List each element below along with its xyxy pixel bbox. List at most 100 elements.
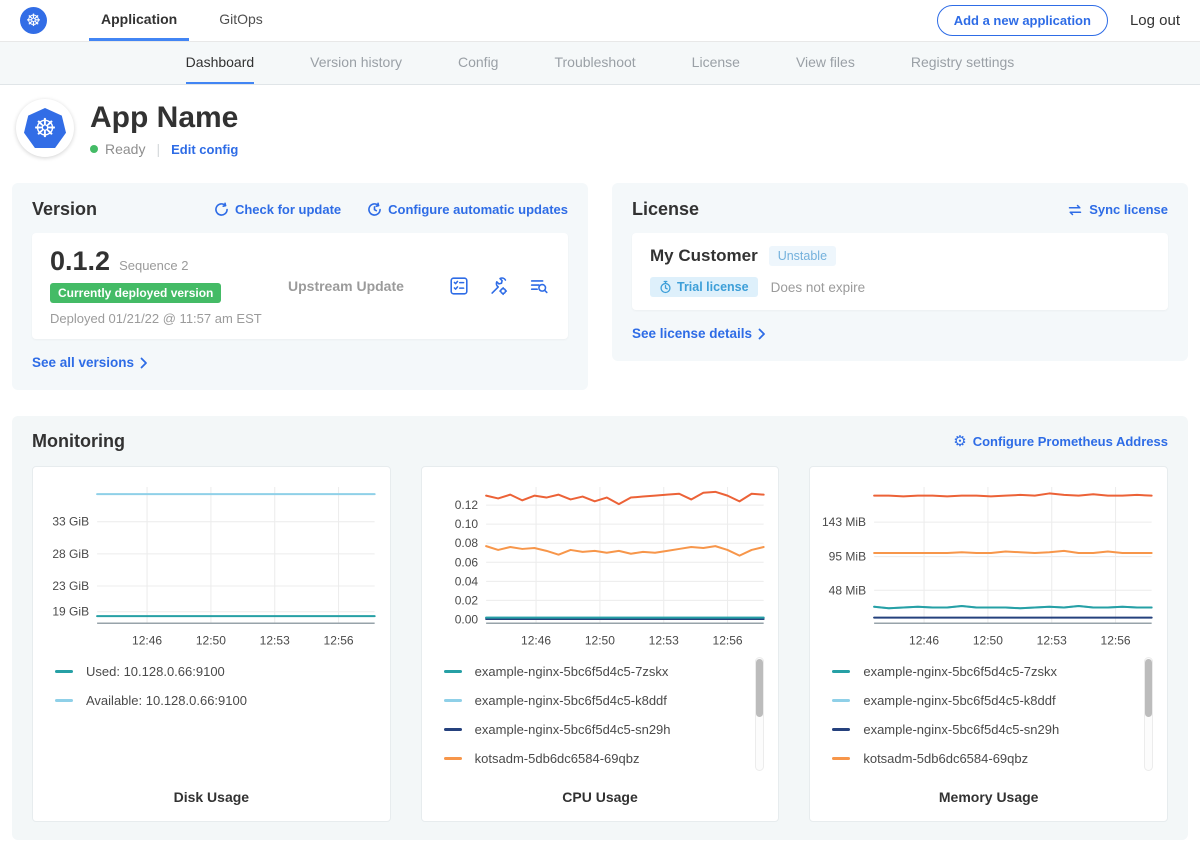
top-nav: ☸ Application GitOps Add a new applicati… xyxy=(0,0,1200,42)
legend-label: kotsadm-5db6dc6584-69qbz xyxy=(863,751,1028,766)
status-dot xyxy=(90,145,98,153)
svg-text:12:50: 12:50 xyxy=(973,633,1003,647)
legend-item: example-nginx-5bc6f5d4c5-k8ddf xyxy=(832,686,1153,715)
legend-label: example-nginx-5bc6f5d4c5-k8ddf xyxy=(863,693,1055,708)
svg-text:23 GiB: 23 GiB xyxy=(52,579,89,593)
configure-prometheus-link[interactable]: ⚙ Configure Prometheus Address xyxy=(953,434,1168,449)
svg-text:12:50: 12:50 xyxy=(196,633,226,647)
svg-text:0.04: 0.04 xyxy=(454,574,478,588)
app-header: ☸ App Name Ready | Edit config xyxy=(0,85,1200,175)
legend-label: kotsadm-5db6dc6584-69qbz xyxy=(475,751,640,766)
version-card-title: Version xyxy=(32,199,97,220)
chart-title: CPU Usage xyxy=(430,789,771,805)
tab-dashboard[interactable]: Dashboard xyxy=(186,42,255,84)
legend-label: example-nginx-5bc6f5d4c5-7zskx xyxy=(863,664,1057,679)
cpu-usage-chart-card: 12:4612:5012:5312:560.000.020.040.060.08… xyxy=(421,466,780,822)
svg-text:0.08: 0.08 xyxy=(454,536,478,550)
disk-usage-chart-card: 12:4612:5012:5312:5619 GiB23 GiB28 GiB33… xyxy=(32,466,391,822)
legend-dash xyxy=(55,699,73,702)
customer-name: My Customer xyxy=(650,246,758,266)
see-all-versions-link[interactable]: See all versions xyxy=(32,355,148,370)
divider: | xyxy=(156,141,160,157)
channel-badge: Unstable xyxy=(769,246,836,266)
view-files-icon[interactable] xyxy=(528,275,550,297)
logout-button[interactable]: Log out xyxy=(1130,12,1180,29)
page-title: App Name xyxy=(90,101,238,135)
legend-label: Available: 10.128.0.66:9100 xyxy=(86,693,247,708)
kubernetes-logo-icon: ☸ xyxy=(20,7,47,34)
legend-item: kotsadm-5db6dc6584-69qbz xyxy=(444,744,765,773)
svg-text:95 MiB: 95 MiB xyxy=(829,550,866,564)
tab-version-history[interactable]: Version history xyxy=(310,42,402,84)
cpu-usage-chart: 12:4612:5012:5312:560.000.020.040.060.08… xyxy=(430,477,771,649)
chart-title: Disk Usage xyxy=(41,789,382,805)
stopwatch-icon xyxy=(659,280,672,294)
svg-text:33 GiB: 33 GiB xyxy=(52,515,89,529)
chart-title: Memory Usage xyxy=(818,789,1159,805)
version-number: 0.1.2 xyxy=(50,246,110,277)
nav-tab-gitops[interactable]: GitOps xyxy=(207,0,275,41)
app-icon: ☸ xyxy=(16,99,74,157)
trial-license-badge: Trial license xyxy=(650,277,758,297)
legend-dash xyxy=(444,728,462,731)
edit-config-icon[interactable] xyxy=(488,275,510,297)
monitoring-section: Monitoring ⚙ Configure Prometheus Addres… xyxy=(12,416,1188,840)
disk-usage-legend: Used: 10.128.0.66:9100 Available: 10.128.… xyxy=(55,657,376,773)
kubernetes-heptagon-icon: ☸ xyxy=(24,108,66,148)
refresh-icon xyxy=(214,202,229,217)
legend-item: Used: 10.128.0.66:9100 xyxy=(55,657,376,686)
legend-item: example-nginx-5bc6f5d4c5-sn29h xyxy=(832,715,1153,744)
sync-license-link[interactable]: Sync license xyxy=(1067,202,1168,217)
svg-text:12:56: 12:56 xyxy=(324,633,354,647)
legend-scrollbar-thumb[interactable] xyxy=(1145,659,1152,717)
tab-registry-settings[interactable]: Registry settings xyxy=(911,42,1014,84)
svg-text:12:53: 12:53 xyxy=(648,633,678,647)
tab-troubleshoot[interactable]: Troubleshoot xyxy=(554,42,635,84)
legend-item: example-nginx-5bc6f5d4c5-sn29h xyxy=(444,715,765,744)
expiry-label: Does not expire xyxy=(771,280,866,295)
legend-label: example-nginx-5bc6f5d4c5-sn29h xyxy=(475,722,671,737)
monitoring-title: Monitoring xyxy=(32,431,125,452)
preflight-checks-icon[interactable] xyxy=(448,275,470,297)
nav-tab-application[interactable]: Application xyxy=(89,0,189,41)
legend-label: example-nginx-5bc6f5d4c5-sn29h xyxy=(863,722,1059,737)
sync-icon xyxy=(1067,203,1083,217)
legend-dash xyxy=(832,670,850,673)
license-card-title: License xyxy=(632,199,699,220)
sequence-label: Sequence 2 xyxy=(119,258,188,273)
svg-text:0.12: 0.12 xyxy=(454,498,478,512)
legend-scrollbar-thumb[interactable] xyxy=(756,659,763,717)
check-for-update-link[interactable]: Check for update xyxy=(214,202,341,217)
gear-icon: ⚙ xyxy=(953,434,966,449)
svg-text:12:56: 12:56 xyxy=(712,633,742,647)
add-new-application-button[interactable]: Add a new application xyxy=(937,5,1108,36)
memory-usage-chart-card: 12:4612:5012:5312:5648 MiB95 MiB143 MiB … xyxy=(809,466,1168,822)
svg-text:0.02: 0.02 xyxy=(454,593,478,607)
svg-text:0.00: 0.00 xyxy=(454,612,478,626)
legend-label: example-nginx-5bc6f5d4c5-7zskx xyxy=(475,664,669,679)
configure-automatic-updates-link[interactable]: Configure automatic updates xyxy=(367,202,568,217)
legend-dash xyxy=(444,699,462,702)
legend-scrollbar[interactable] xyxy=(755,657,764,771)
currently-deployed-badge: Currently deployed version xyxy=(50,283,221,303)
legend-item: kotsadm-5db6dc6584-69qbz xyxy=(832,744,1153,773)
tab-view-files[interactable]: View files xyxy=(796,42,855,84)
svg-text:12:53: 12:53 xyxy=(260,633,290,647)
status-badge: Ready xyxy=(105,141,145,157)
chevron-right-icon xyxy=(140,357,148,369)
legend-scrollbar[interactable] xyxy=(1144,657,1153,771)
see-license-details-link[interactable]: See license details xyxy=(632,326,766,341)
svg-text:12:46: 12:46 xyxy=(132,633,162,647)
disk-usage-chart: 12:4612:5012:5312:5619 GiB23 GiB28 GiB33… xyxy=(41,477,382,649)
memory-usage-legend: example-nginx-5bc6f5d4c5-7zskx example-ng… xyxy=(832,657,1153,773)
tab-license[interactable]: License xyxy=(692,42,740,84)
edit-config-link[interactable]: Edit config xyxy=(171,142,238,157)
legend-dash xyxy=(55,670,73,673)
tab-config[interactable]: Config xyxy=(458,42,498,84)
cpu-usage-legend: example-nginx-5bc6f5d4c5-7zskx example-ng… xyxy=(444,657,765,773)
legend-item: example-nginx-5bc6f5d4c5-7zskx xyxy=(444,657,765,686)
upstream-update-label: Upstream Update xyxy=(288,278,448,294)
legend-dash xyxy=(832,728,850,731)
app-sub-nav: Dashboard Version history Config Trouble… xyxy=(0,42,1200,85)
legend-label: example-nginx-5bc6f5d4c5-k8ddf xyxy=(475,693,667,708)
